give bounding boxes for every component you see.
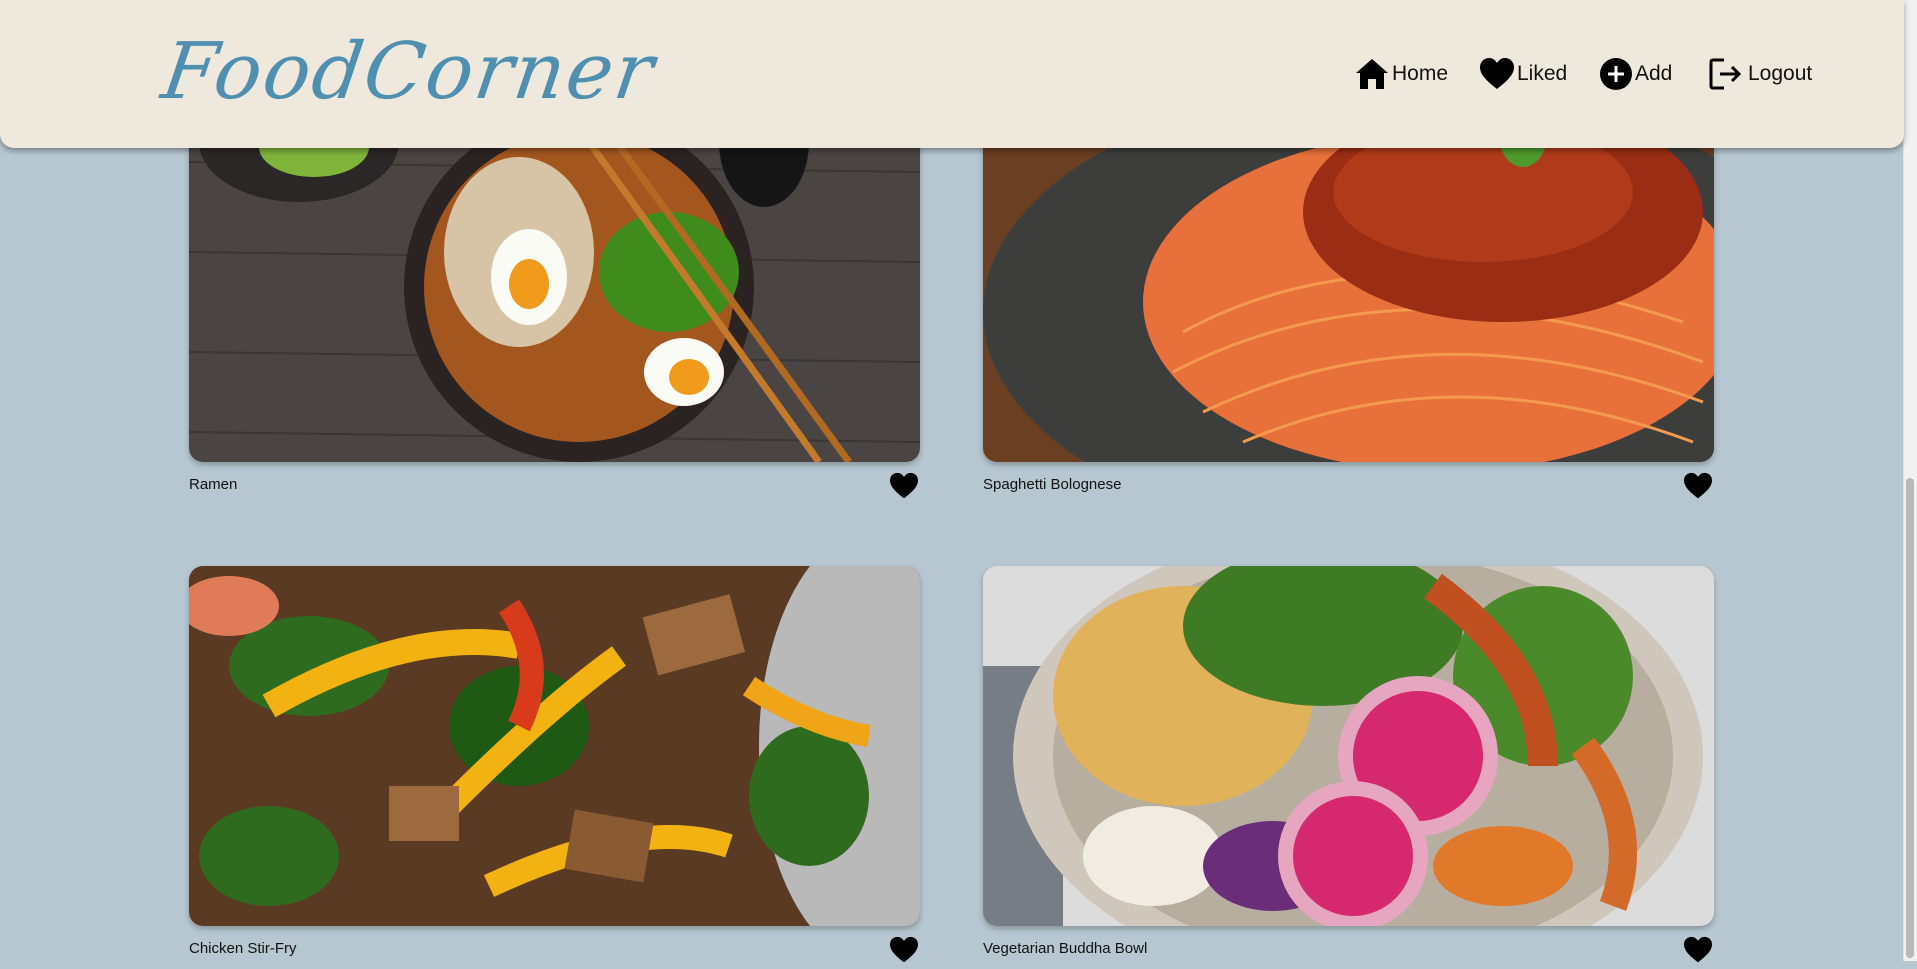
nav-liked[interactable]: Liked <box>1479 54 1567 94</box>
nav-home[interactable]: Home <box>1354 54 1448 94</box>
recipe-title: Chicken Stir-Fry <box>189 940 297 957</box>
plus-circle-icon <box>1599 57 1633 91</box>
like-button[interactable] <box>1683 936 1713 964</box>
recipe-title: Vegetarian Buddha Bowl <box>983 940 1148 957</box>
recipe-image[interactable] <box>983 102 1714 462</box>
recipe-image[interactable] <box>983 566 1714 926</box>
recipe-card[interactable]: Vegetarian Buddha Bowl <box>983 566 1714 966</box>
main-nav: Home Liked Add Logout <box>0 54 1904 94</box>
logout-icon <box>1708 57 1744 91</box>
recipe-image[interactable] <box>189 102 920 462</box>
heart-icon <box>889 936 919 968</box>
nav-home-label: Home <box>1392 62 1449 85</box>
nav-logout[interactable]: Logout <box>1708 54 1812 94</box>
heart-icon <box>1479 57 1515 91</box>
page-scrollbar[interactable] <box>1903 0 1917 961</box>
nav-logout-label: Logout <box>1748 62 1813 85</box>
heart-icon <box>1683 936 1713 968</box>
nav-liked-label: Liked <box>1517 62 1568 85</box>
recipe-title: Ramen <box>189 476 238 493</box>
recipe-card[interactable]: Chicken Stir-Fry <box>189 566 920 966</box>
like-button[interactable] <box>889 936 919 964</box>
recipe-card[interactable]: Spaghetti Bolognese <box>983 102 1714 502</box>
heart-icon <box>1683 472 1713 504</box>
top-navbar: FoodCorner Home Liked Add Logout <box>0 0 1904 148</box>
recipe-card[interactable]: Ramen <box>189 102 920 502</box>
nav-add[interactable]: Add <box>1599 54 1672 94</box>
nav-add-label: Add <box>1635 62 1673 85</box>
like-button[interactable] <box>1683 472 1713 500</box>
heart-icon <box>889 472 919 504</box>
home-icon <box>1354 57 1390 91</box>
scrollbar-thumb[interactable] <box>1906 478 1914 958</box>
recipe-image[interactable] <box>189 566 920 926</box>
recipe-title: Spaghetti Bolognese <box>983 476 1122 493</box>
like-button[interactable] <box>889 472 919 500</box>
